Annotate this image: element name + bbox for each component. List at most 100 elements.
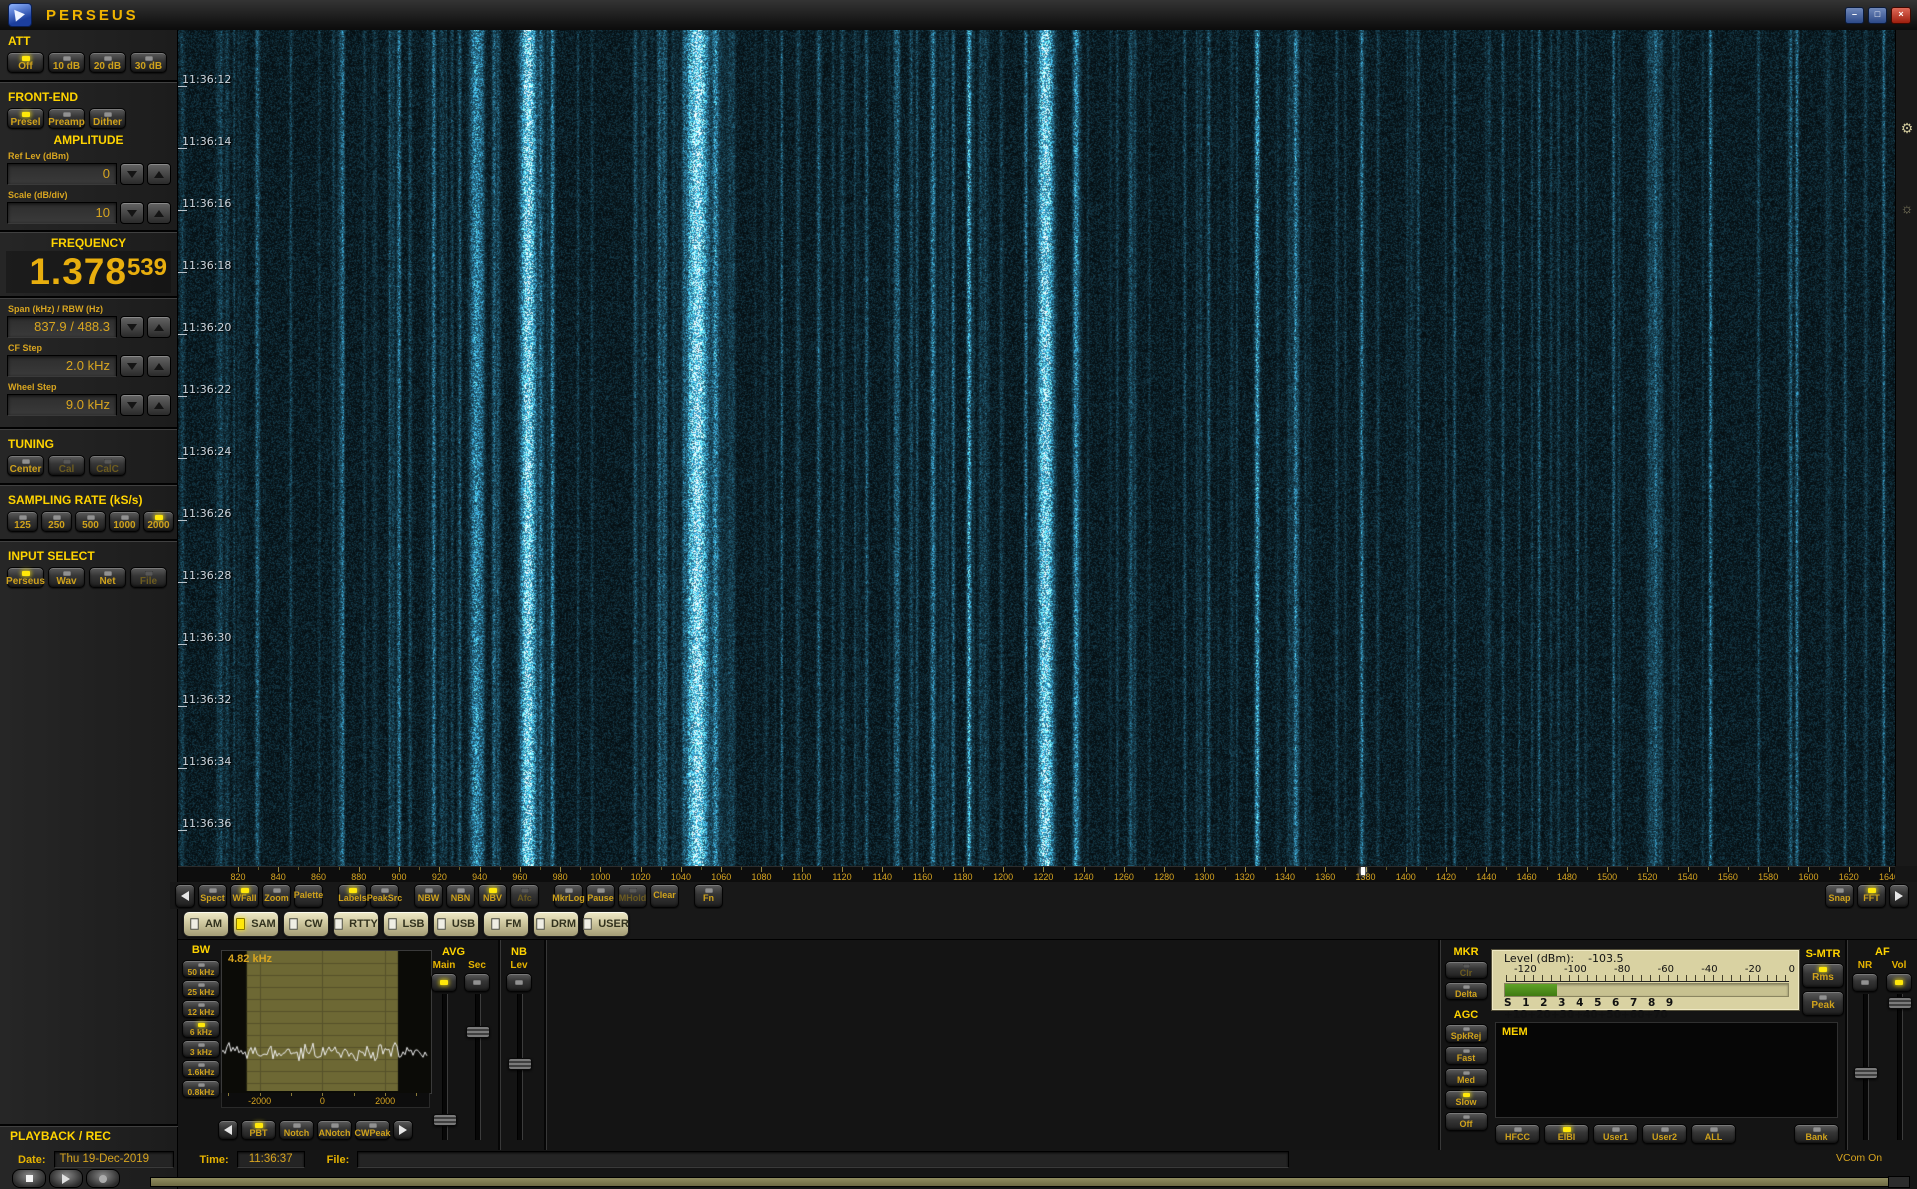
nb-lev-toggle[interactable] [506, 973, 532, 992]
delta-button[interactable]: Delta [1445, 982, 1488, 1000]
fast-button[interactable]: Fast [1445, 1046, 1488, 1065]
ref-level-increment-button[interactable] [147, 163, 171, 185]
wfall-button[interactable]: WFall [230, 884, 259, 908]
tuning-cursor[interactable] [1361, 867, 1365, 875]
span-rbw-field[interactable]: 837.9 / 488.3 [7, 316, 117, 338]
fm-button[interactable]: FM [483, 911, 529, 937]
avg-main-slider[interactable] [432, 994, 456, 1140]
mhold-button[interactable]: MHold [618, 884, 647, 908]
close-button[interactable]: × [1891, 7, 1911, 24]
clr-button[interactable]: Clr [1445, 961, 1488, 979]
net-button[interactable]: Net [89, 567, 126, 588]
minimize-button[interactable]: – [1845, 7, 1864, 24]
nbn-button[interactable]: NBN [446, 884, 475, 908]
wheel-step-decrement-button[interactable] [120, 394, 144, 416]
file-button[interactable]: File [130, 567, 167, 588]
peaksrc-button[interactable]: PeakSrc [370, 884, 399, 908]
eibi-button[interactable]: EIBI [1544, 1124, 1589, 1144]
20-db-button[interactable]: 20 dB [89, 52, 126, 73]
notch-button[interactable]: Notch [279, 1120, 314, 1140]
if-spectrum-display[interactable]: 4.82 kHz [221, 950, 432, 1094]
slider-thumb[interactable] [433, 1114, 457, 1126]
scale-decrement-button[interactable] [120, 202, 144, 224]
ref-level-field[interactable]: 0 [7, 163, 117, 185]
user1-button[interactable]: User1 [1593, 1124, 1638, 1144]
pbt-scroll-left-button[interactable] [218, 1120, 238, 1140]
snap-button[interactable]: Snap [1825, 884, 1854, 908]
scale-field[interactable]: 10 [7, 202, 117, 224]
record-button[interactable] [86, 1169, 120, 1188]
0-8khz-button[interactable]: 0.8kHz [182, 1080, 220, 1098]
af-nr-slider[interactable] [1853, 994, 1877, 1140]
span-increment-button[interactable] [147, 316, 171, 338]
user-button[interactable]: USER [583, 911, 629, 937]
mkrlog-button[interactable]: MkrLog [554, 884, 583, 908]
slider-thumb[interactable] [508, 1058, 532, 1070]
25-khz-button[interactable]: 25 kHz [182, 980, 220, 998]
1000-button[interactable]: 1000 [109, 511, 140, 532]
pbt-scroll-right-button[interactable] [393, 1120, 413, 1140]
slider-thumb[interactable] [1888, 997, 1912, 1009]
12-khz-button[interactable]: 12 kHz [182, 1000, 220, 1018]
waterfall-canvas[interactable] [178, 30, 1895, 866]
memory-list-panel[interactable]: MEM [1495, 1022, 1838, 1118]
wheel-step-increment-button[interactable] [147, 394, 171, 416]
rms-button[interactable]: Rms [1802, 963, 1844, 988]
afc-button[interactable]: Afc [510, 884, 539, 908]
rtty-button[interactable]: RTTY [333, 911, 379, 937]
cf-step-decrement-button[interactable] [120, 355, 144, 377]
cf-step-increment-button[interactable] [147, 355, 171, 377]
brightness-icon[interactable]: ☼ [1896, 200, 1917, 216]
nbw-button[interactable]: NBW [414, 884, 443, 908]
med-button[interactable]: Med [1445, 1068, 1488, 1087]
nbv-button[interactable]: NBV [478, 884, 507, 908]
avg-sec-slider[interactable] [465, 994, 489, 1140]
if-spectrum-canvas[interactable] [222, 951, 429, 1091]
avg-main-toggle[interactable] [431, 973, 457, 992]
perseus-button[interactable]: Perseus [7, 567, 44, 588]
slow-button[interactable]: Slow [1445, 1090, 1488, 1109]
recording-progress-bar[interactable] [150, 1177, 1907, 1187]
span-decrement-button[interactable] [120, 316, 144, 338]
zoom-button[interactable]: Zoom [262, 884, 291, 908]
pause-button[interactable]: Pause [586, 884, 615, 908]
500-button[interactable]: 500 [75, 511, 106, 532]
spkrej-button[interactable]: SpkRej [1445, 1024, 1488, 1043]
usb-button[interactable]: USB [433, 911, 479, 937]
cal-button[interactable]: Cal [48, 455, 85, 476]
maximize-button[interactable]: □ [1868, 7, 1887, 24]
10-db-button[interactable]: 10 dB [48, 52, 85, 73]
anotch-button[interactable]: ANotch [317, 1120, 352, 1140]
cf-step-field[interactable]: 2.0 kHz [7, 355, 117, 377]
lsb-button[interactable]: LSB [383, 911, 429, 937]
nb-lev-slider[interactable] [507, 994, 531, 1140]
stop-button[interactable] [12, 1169, 46, 1188]
fn-button[interactable]: Fn [694, 884, 723, 908]
resize-grip[interactable] [1888, 1176, 1910, 1188]
settings-gear-icon[interactable]: ⚙ [1896, 120, 1917, 137]
drm-button[interactable]: DRM [533, 911, 579, 937]
3-khz-button[interactable]: 3 kHz [182, 1040, 220, 1058]
center-button[interactable]: Center [7, 455, 44, 476]
user2-button[interactable]: User2 [1642, 1124, 1687, 1144]
clear-button[interactable]: Clear [650, 884, 679, 908]
sam-button[interactable]: SAM [233, 911, 279, 937]
labels-button[interactable]: Labels [338, 884, 367, 908]
off-button[interactable]: Off [1445, 1112, 1488, 1131]
off-button[interactable]: Off [7, 52, 44, 73]
1-6khz-button[interactable]: 1.6kHz [182, 1060, 220, 1078]
ref-level-decrement-button[interactable] [120, 163, 144, 185]
250-button[interactable]: 250 [41, 511, 72, 532]
af-nr-toggle[interactable] [1852, 973, 1878, 992]
bank-button[interactable]: Bank [1794, 1124, 1839, 1144]
play-button[interactable] [49, 1169, 83, 1188]
slider-thumb[interactable] [1854, 1067, 1878, 1079]
hfcc-button[interactable]: HFCC [1495, 1124, 1540, 1144]
am-button[interactable]: AM [183, 911, 229, 937]
scroll-left-button[interactable] [175, 884, 195, 908]
30-db-button[interactable]: 30 dB [130, 52, 167, 73]
all-button[interactable]: ALL [1691, 1124, 1736, 1144]
scale-increment-button[interactable] [147, 202, 171, 224]
cwpeak-button[interactable]: CWPeak [355, 1120, 390, 1140]
slider-thumb[interactable] [466, 1026, 490, 1038]
